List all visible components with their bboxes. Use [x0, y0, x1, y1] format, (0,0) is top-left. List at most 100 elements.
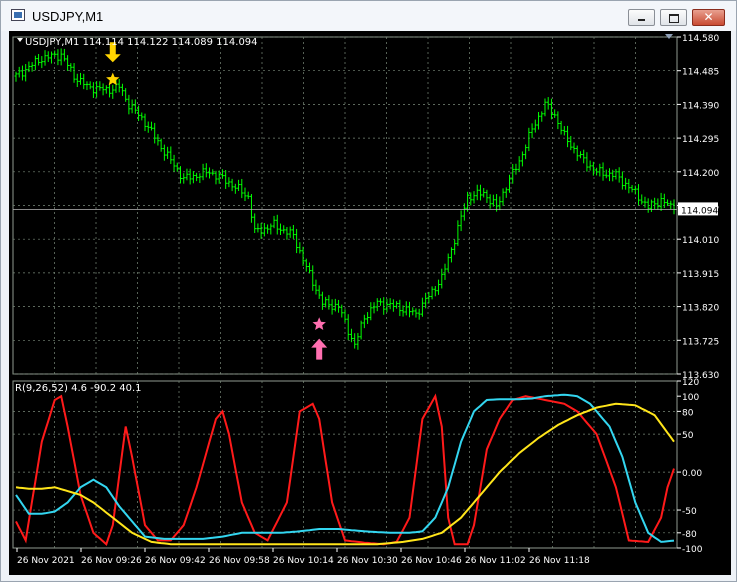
- price-bar: [520, 151, 524, 167]
- buy-arrow-icon: [311, 338, 328, 360]
- price-bar: [227, 177, 231, 188]
- price-tick-label: 114.200: [682, 169, 719, 179]
- minimize-button[interactable]: [628, 9, 655, 26]
- price-bar: [604, 169, 608, 179]
- indicator-tick-label: 0.00: [682, 469, 702, 479]
- price-bar: [40, 56, 44, 69]
- price-bar: [291, 224, 295, 239]
- price-bar: [266, 224, 270, 234]
- price-bar: [46, 51, 50, 63]
- price-bar: [320, 291, 324, 310]
- close-icon: ✕: [703, 10, 714, 24]
- price-bar: [214, 170, 218, 185]
- close-button[interactable]: ✕: [692, 9, 725, 26]
- price-bar: [440, 268, 444, 289]
- price-bar: [395, 301, 399, 309]
- price-bar: [117, 79, 121, 93]
- price-bar: [388, 298, 392, 310]
- chart-area[interactable]: 114.580114.485114.390114.295114.200114.1…: [9, 31, 731, 575]
- price-bar: [572, 142, 576, 154]
- price-bar: [633, 185, 637, 195]
- price-bar: [253, 213, 257, 233]
- price-bar: [517, 156, 521, 172]
- price-bar: [420, 297, 424, 317]
- price-bar: [391, 299, 395, 312]
- price-bar: [179, 166, 182, 184]
- chart-canvas[interactable]: 114.580114.485114.390114.295114.200114.1…: [9, 31, 731, 575]
- price-bar: [230, 178, 234, 192]
- price-bar: [104, 85, 108, 94]
- price-bar: [562, 126, 566, 136]
- price-bar: [656, 198, 660, 210]
- price-bar: [324, 296, 328, 308]
- star-icon: [312, 317, 326, 330]
- price-bar: [249, 193, 253, 223]
- indicator-tick-label: -80: [682, 530, 697, 540]
- price-bar: [59, 48, 63, 66]
- price-bar: [275, 214, 279, 235]
- price-bar: [662, 193, 666, 209]
- star-icon: [106, 72, 120, 86]
- price-bar: [340, 304, 344, 318]
- price-bar: [424, 292, 428, 309]
- price-bar: [585, 152, 589, 172]
- price-bar: [156, 134, 160, 146]
- title-bar[interactable]: USDJPY,M1 ✕: [1, 1, 736, 31]
- price-bar: [475, 184, 479, 201]
- price-bar: [172, 154, 176, 172]
- price-bar: [272, 215, 276, 229]
- price-bar: [356, 332, 360, 350]
- price-bar: [37, 53, 41, 66]
- price-bar: [120, 83, 124, 96]
- price-bar: [149, 121, 153, 131]
- price-bar: [672, 199, 676, 215]
- price-bar: [111, 84, 115, 99]
- price-tick-label: 114.390: [682, 101, 719, 111]
- price-bar: [43, 50, 47, 66]
- price-bar: [220, 169, 224, 179]
- price-bar: [53, 50, 57, 58]
- chart-window-icon: [11, 9, 25, 21]
- price-bar: [169, 146, 173, 165]
- price-bar: [411, 307, 415, 316]
- price-bar: [349, 328, 353, 343]
- price-bar: [553, 109, 557, 118]
- price-bar: [456, 220, 460, 246]
- price-bar: [198, 173, 202, 184]
- price-bar: [24, 64, 28, 82]
- maximize-button[interactable]: [660, 9, 687, 26]
- price-bar: [98, 81, 102, 91]
- price-bar: [385, 298, 389, 313]
- price-bar: [124, 88, 128, 102]
- price-bar: [430, 286, 434, 300]
- price-tick-label: 114.295: [682, 135, 719, 145]
- price-bar: [237, 179, 241, 191]
- price-bar: [49, 51, 53, 64]
- price-bar: [233, 183, 237, 194]
- price-bar: [666, 199, 670, 207]
- price-bar: [359, 320, 363, 340]
- terminal-window: USDJPY,M1 ✕ 114.580 114.485 114.390 114.295…: [0, 0, 737, 582]
- price-bar: [378, 298, 382, 306]
- price-bar: [417, 308, 421, 320]
- price-bar: [343, 309, 347, 323]
- price-bar: [108, 83, 112, 98]
- price-bar: [243, 187, 247, 202]
- chart-header: USDJPY,M1 114.114 114.122 114.089 114.09…: [25, 37, 258, 48]
- price-bar: [191, 171, 195, 184]
- price-bar: [533, 119, 537, 133]
- price-bar: [14, 71, 18, 82]
- price-bar: [301, 246, 305, 266]
- price-bar: [433, 285, 437, 297]
- price-bar: [566, 125, 570, 148]
- price-bar: [540, 111, 544, 122]
- price-bar: [246, 191, 250, 200]
- price-bar: [578, 151, 582, 159]
- price-bar: [30, 62, 34, 72]
- price-bar: [559, 120, 563, 135]
- price-bar: [353, 333, 357, 349]
- price-bar: [491, 194, 495, 207]
- price-bar: [527, 127, 531, 152]
- price-bar: [82, 73, 86, 90]
- price-bar: [620, 171, 624, 190]
